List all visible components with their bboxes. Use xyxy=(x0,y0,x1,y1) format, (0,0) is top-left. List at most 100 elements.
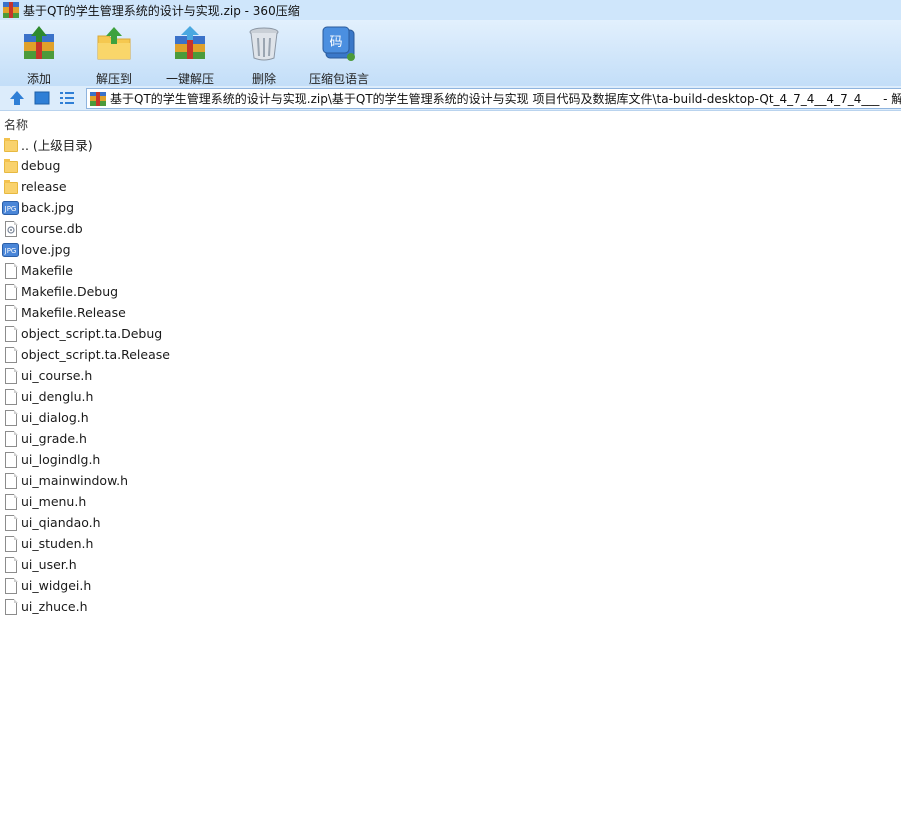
file-name: debug xyxy=(21,158,61,173)
list-item[interactable]: release xyxy=(0,176,901,197)
title-bar: 基于QT的学生管理系统的设计与实现.zip - 360压缩 xyxy=(0,0,901,20)
one-click-extract-button[interactable]: 一键解压 xyxy=(163,24,217,86)
file-icon xyxy=(4,598,18,615)
list-item[interactable]: ui_dialog.h xyxy=(0,407,901,428)
winrar-archive-icon xyxy=(3,2,19,18)
file-name: ui_dialog.h xyxy=(21,410,89,425)
file-name: ui_course.h xyxy=(21,368,93,383)
address-bar: 基于QT的学生管理系统的设计与实现.zip\基于QT的学生管理系统的设计与实现 … xyxy=(0,86,901,111)
list-item[interactable]: Makefile xyxy=(0,260,901,281)
file-name: object_script.ta.Debug xyxy=(21,326,163,341)
file-name: Makefile.Debug xyxy=(21,284,119,299)
up-arrow-icon[interactable] xyxy=(8,89,26,107)
list-item[interactable]: ui_denglu.h xyxy=(0,386,901,407)
list-item[interactable]: course.db xyxy=(0,218,901,239)
file-name: ui_zhuce.h xyxy=(21,599,88,614)
file-icon xyxy=(4,325,18,342)
delete-icon xyxy=(245,24,283,62)
file-name: ui_qiandao.h xyxy=(21,515,101,530)
folder-icon xyxy=(4,179,18,195)
file-icon xyxy=(4,535,18,552)
list-item[interactable]: ui_course.h xyxy=(0,365,901,386)
archive-language-icon: 码 xyxy=(320,24,358,62)
list-item[interactable]: object_script.ta.Release xyxy=(0,344,901,365)
file-icon xyxy=(4,409,18,426)
database-file-icon xyxy=(4,220,18,237)
archive-language-button[interactable]: 码 压缩包语言 xyxy=(307,24,371,86)
file-icon xyxy=(4,388,18,405)
file-name: .. (上级目录) xyxy=(21,138,93,153)
delete-label: 删除 xyxy=(251,72,276,86)
list-item[interactable]: ui_zhuce.h xyxy=(0,596,901,617)
file-icon xyxy=(4,430,18,447)
file-icon xyxy=(4,304,18,321)
thumbnail-view-icon[interactable] xyxy=(33,89,51,107)
file-name: ui_user.h xyxy=(21,557,77,572)
list-item[interactable]: .. (上级目录) xyxy=(0,134,901,155)
file-name: love.jpg xyxy=(21,242,71,257)
file-name: object_script.ta.Release xyxy=(21,347,170,362)
list-item[interactable]: ui_mainwindow.h xyxy=(0,470,901,491)
toolbar: 添加 解压到 一键解压 删除 码 压缩包语言 xyxy=(0,20,901,86)
file-name: release xyxy=(21,179,67,194)
file-icon xyxy=(4,472,18,489)
archive-language-label: 压缩包语言 xyxy=(308,72,369,86)
list-item[interactable]: ui_studen.h xyxy=(0,533,901,554)
file-name: course.db xyxy=(21,221,83,236)
list-item[interactable]: ui_grade.h xyxy=(0,428,901,449)
one-click-extract-icon xyxy=(171,24,209,62)
file-icon xyxy=(4,346,18,363)
svg-text:码: 码 xyxy=(329,35,342,50)
file-icon xyxy=(4,514,18,531)
list-item[interactable]: object_script.ta.Debug xyxy=(0,323,901,344)
folder-icon xyxy=(4,137,18,153)
list-item[interactable]: ui_widgei.h xyxy=(0,575,901,596)
file-name: Makefile.Release xyxy=(21,305,126,320)
file-icon xyxy=(4,577,18,594)
file-icon xyxy=(4,556,18,573)
window-title: 基于QT的学生管理系统的设计与实现.zip - 360压缩 xyxy=(23,3,300,18)
file-name: Makefile xyxy=(21,263,73,278)
svg-text:JPG: JPG xyxy=(4,205,17,213)
file-name: ui_widgei.h xyxy=(21,578,92,593)
list-view-icon[interactable] xyxy=(58,89,76,107)
one-click-extract-label: 一键解压 xyxy=(165,72,214,86)
file-icon xyxy=(4,367,18,384)
extract-to-icon xyxy=(95,24,133,62)
list-item[interactable]: Makefile.Debug xyxy=(0,281,901,302)
file-name: ui_grade.h xyxy=(21,431,87,446)
path-text: 基于QT的学生管理系统的设计与实现.zip\基于QT的学生管理系统的设计与实现 … xyxy=(110,92,901,106)
archive-path-icon xyxy=(90,91,106,106)
file-icon xyxy=(4,451,18,468)
column-header-name[interactable]: 名称 xyxy=(4,116,28,133)
svg-text:JPG: JPG xyxy=(4,247,17,255)
folder-icon xyxy=(4,158,18,174)
file-name: ui_mainwindow.h xyxy=(21,473,129,488)
file-name: ui_denglu.h xyxy=(21,389,94,404)
list-item[interactable]: Makefile.Release xyxy=(0,302,901,323)
file-icon xyxy=(4,493,18,510)
list-item[interactable]: ui_logindlg.h xyxy=(0,449,901,470)
list-item[interactable]: ui_user.h xyxy=(0,554,901,575)
list-item[interactable]: ui_menu.h xyxy=(0,491,901,512)
add-label: 添加 xyxy=(26,72,51,86)
jpg-image-icon: JPG xyxy=(2,242,19,258)
file-name: ui_menu.h xyxy=(21,494,87,509)
list-item[interactable]: JPG love.jpg xyxy=(0,239,901,260)
add-button[interactable]: 添加 xyxy=(14,24,64,86)
extract-to-button[interactable]: 解压到 xyxy=(89,24,139,86)
path-field[interactable]: 基于QT的学生管理系统的设计与实现.zip\基于QT的学生管理系统的设计与实现 … xyxy=(86,88,901,109)
delete-button[interactable]: 删除 xyxy=(239,24,289,86)
file-name: ui_logindlg.h xyxy=(21,452,101,467)
add-archive-icon xyxy=(20,24,58,62)
file-name: ui_studen.h xyxy=(21,536,94,551)
file-icon xyxy=(4,262,18,279)
list-item[interactable]: ui_qiandao.h xyxy=(0,512,901,533)
file-name: back.jpg xyxy=(21,200,75,215)
jpg-image-icon: JPG xyxy=(2,200,19,216)
file-icon xyxy=(4,283,18,300)
extract-to-label: 解压到 xyxy=(95,72,132,86)
file-list: .. (上级目录) debug release JPG back.jpg course.d… xyxy=(0,134,901,617)
list-item[interactable]: JPG back.jpg xyxy=(0,197,901,218)
list-item[interactable]: debug xyxy=(0,155,901,176)
